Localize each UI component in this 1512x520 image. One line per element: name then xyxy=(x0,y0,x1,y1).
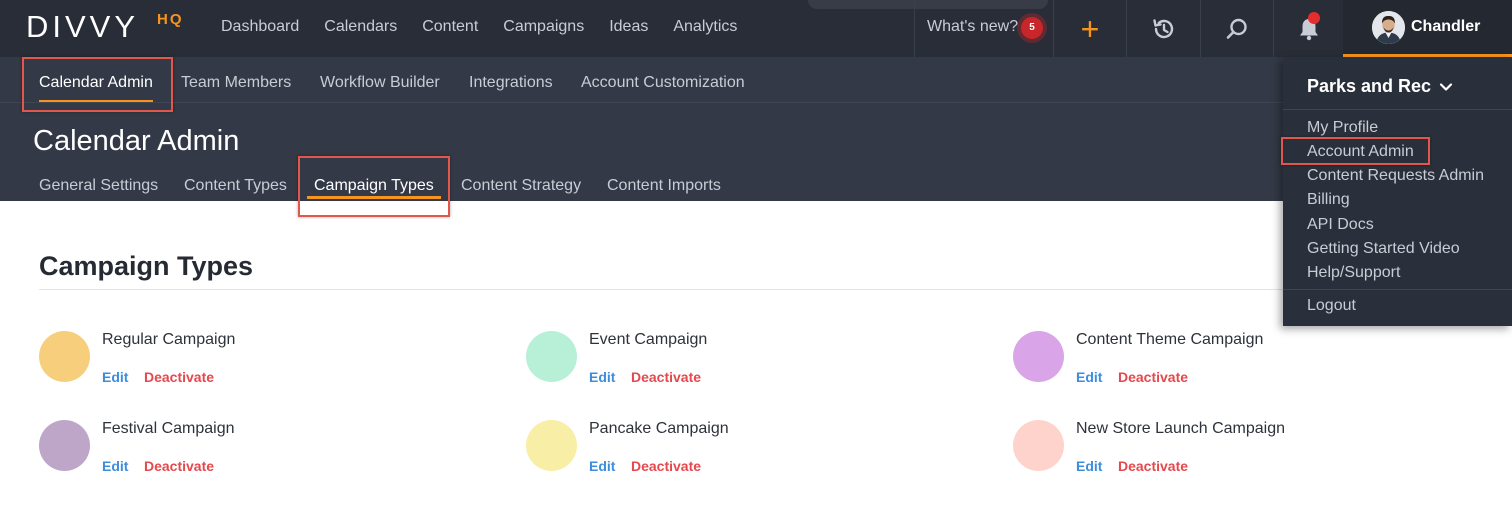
tab-account-customization[interactable]: Account Customization xyxy=(581,74,745,92)
divider xyxy=(1283,109,1512,110)
notification-dot xyxy=(1308,12,1320,24)
tab-general-settings[interactable]: General Settings xyxy=(39,177,158,195)
whats-new-link[interactable]: What's new? xyxy=(927,18,1018,36)
tab-integrations[interactable]: Integrations xyxy=(469,74,553,92)
tab-workflow-builder[interactable]: Workflow Builder xyxy=(320,74,440,92)
deactivate-link[interactable]: Deactivate xyxy=(631,369,701,385)
tab-calendar-admin[interactable]: Calendar Admin xyxy=(39,74,153,103)
active-tab-indicator xyxy=(307,196,441,199)
edit-link[interactable]: Edit xyxy=(102,369,128,385)
nav-item-analytics[interactable]: Analytics xyxy=(673,18,737,36)
edit-link[interactable]: Edit xyxy=(1076,458,1102,474)
history-button[interactable] xyxy=(1127,0,1200,57)
campaign-type-item: Content Theme Campaign Edit Deactivate xyxy=(1013,331,1433,395)
deactivate-link[interactable]: Deactivate xyxy=(1118,369,1188,385)
quick-search-tab[interactable] xyxy=(808,0,1048,9)
whats-new-count-badge: 5 xyxy=(1021,17,1043,39)
user-dropdown-menu: Parks and Rec My Profile Account Admin C… xyxy=(1283,57,1512,326)
main-nav: Dashboard Calendars Content Campaigns Id… xyxy=(221,18,762,36)
campaign-type-item: New Store Launch Campaign Edit Deactivat… xyxy=(1013,420,1433,484)
edit-link[interactable]: Edit xyxy=(1076,369,1102,385)
add-button[interactable]: + xyxy=(1054,0,1126,57)
edit-link[interactable]: Edit xyxy=(589,369,615,385)
campaign-type-item: Regular Campaign Edit Deactivate xyxy=(39,331,459,395)
campaign-color-swatch xyxy=(526,420,577,471)
user-menu-button[interactable]: Chandler xyxy=(1343,0,1512,57)
top-navigation-bar: DIVVY HQ Dashboard Calendars Content Cam… xyxy=(0,0,1512,57)
campaign-type-name: Pancake Campaign xyxy=(589,420,729,437)
deactivate-link[interactable]: Deactivate xyxy=(631,458,701,474)
menu-item-api-docs[interactable]: API Docs xyxy=(1307,216,1374,234)
chevron-down-icon xyxy=(1439,83,1453,91)
nav-item-content[interactable]: Content xyxy=(422,18,478,36)
menu-item-account-admin[interactable]: Account Admin xyxy=(1307,143,1414,161)
section-title: Campaign Types xyxy=(39,251,254,281)
campaign-type-name: Regular Campaign xyxy=(102,331,236,348)
edit-link[interactable]: Edit xyxy=(589,458,615,474)
menu-item-my-profile[interactable]: My Profile xyxy=(1307,119,1378,137)
campaign-color-swatch xyxy=(1013,420,1064,471)
campaign-color-swatch xyxy=(526,331,577,382)
campaign-type-name: New Store Launch Campaign xyxy=(1076,420,1286,437)
campaign-type-name: Event Campaign xyxy=(589,331,708,348)
menu-item-logout[interactable]: Logout xyxy=(1307,297,1356,315)
tab-label: Calendar Admin xyxy=(39,74,153,91)
deactivate-link[interactable]: Deactivate xyxy=(144,458,214,474)
divvyhq-logo-suffix: HQ xyxy=(157,11,184,28)
campaign-color-swatch xyxy=(39,420,90,471)
divvyhq-logo[interactable]: DIVVY xyxy=(26,9,139,45)
campaign-type-item: Festival Campaign Edit Deactivate xyxy=(39,420,459,484)
campaign-type-item: Pancake Campaign Edit Deactivate xyxy=(526,420,946,484)
search-icon xyxy=(1226,18,1247,39)
divider xyxy=(39,289,1289,290)
tab-content-strategy[interactable]: Content Strategy xyxy=(461,177,581,195)
history-icon xyxy=(1152,18,1173,38)
divider xyxy=(1283,289,1512,290)
deactivate-link[interactable]: Deactivate xyxy=(144,369,214,385)
nav-item-calendars[interactable]: Calendars xyxy=(324,18,397,36)
avatar xyxy=(1372,11,1405,44)
menu-item-getting-started-video[interactable]: Getting Started Video xyxy=(1307,240,1460,258)
campaign-type-name: Content Theme Campaign xyxy=(1076,331,1264,348)
plus-icon: + xyxy=(1080,10,1100,47)
menu-item-help-support[interactable]: Help/Support xyxy=(1307,264,1400,282)
campaign-type-item: Event Campaign Edit Deactivate xyxy=(526,331,946,395)
deactivate-link[interactable]: Deactivate xyxy=(1118,458,1188,474)
account-name: Parks and Rec xyxy=(1307,76,1432,96)
edit-link[interactable]: Edit xyxy=(102,458,128,474)
nav-item-dashboard[interactable]: Dashboard xyxy=(221,18,299,36)
divider xyxy=(914,0,915,57)
account-switcher[interactable]: Parks and Rec xyxy=(1307,76,1453,97)
search-button[interactable] xyxy=(1201,0,1273,57)
user-name: Chandler xyxy=(1411,18,1481,35)
tab-label: Campaign Types xyxy=(314,177,434,194)
notifications-button[interactable] xyxy=(1274,0,1343,57)
page-title: Calendar Admin xyxy=(33,125,240,157)
nav-item-ideas[interactable]: Ideas xyxy=(609,18,648,36)
menu-item-content-requests-admin[interactable]: Content Requests Admin xyxy=(1307,167,1484,185)
campaign-color-swatch xyxy=(39,331,90,382)
tab-content-imports[interactable]: Content Imports xyxy=(607,177,721,195)
menu-item-billing[interactable]: Billing xyxy=(1307,191,1350,209)
tab-team-members[interactable]: Team Members xyxy=(181,74,291,92)
nav-item-campaigns[interactable]: Campaigns xyxy=(503,18,584,36)
campaign-type-name: Festival Campaign xyxy=(102,420,235,437)
tab-campaign-types[interactable]: Campaign Types xyxy=(307,177,441,199)
tab-content-types[interactable]: Content Types xyxy=(184,177,287,195)
campaign-color-swatch xyxy=(1013,331,1064,382)
